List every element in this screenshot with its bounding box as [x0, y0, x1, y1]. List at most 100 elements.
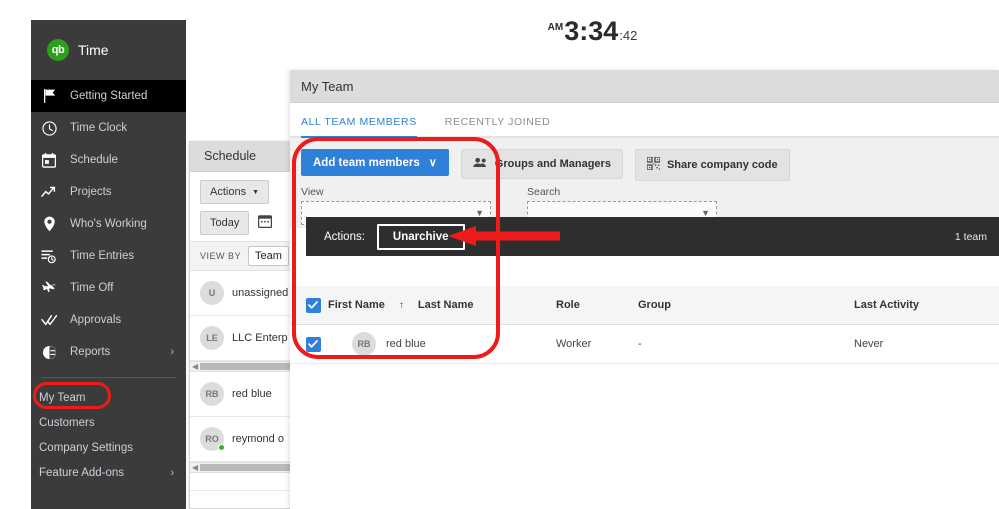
- clock-seconds: :42: [619, 27, 638, 43]
- double-check-icon: [39, 311, 59, 329]
- list-item[interactable]: RO reymond o: [190, 417, 306, 462]
- sidebar-item-label: Time Entries: [70, 250, 135, 262]
- flag-icon: [39, 87, 59, 105]
- groups-and-managers-label: Groups and Managers: [494, 158, 611, 170]
- scroll-left-arrow-icon[interactable]: ◀: [192, 362, 198, 371]
- sidebar-subitem-label: Feature Add-ons: [39, 466, 125, 479]
- tab-recently-joined[interactable]: RECENTLY JOINED: [445, 116, 550, 136]
- team-members-table: First Name ↑ Last Name Role Group Last A…: [290, 286, 999, 364]
- avatar: LE: [200, 326, 224, 350]
- sidebar-item-getting-started[interactable]: Getting Started: [31, 80, 186, 112]
- avatar: RB: [200, 382, 224, 406]
- calendar-icon[interactable]: [258, 214, 273, 233]
- sidebar-item-schedule[interactable]: Schedule: [31, 144, 186, 176]
- sidebar-item-approvals[interactable]: Approvals: [31, 304, 186, 336]
- schedule-actions-button[interactable]: Actions ▼: [200, 180, 270, 204]
- sidebar-item-reports[interactable]: Reports ›: [31, 336, 186, 368]
- list-item-partial: [190, 473, 306, 491]
- sidebar-item-time-off[interactable]: Time Off: [31, 272, 186, 304]
- app-root: AM 3:34 :42 qb Time Getting Started Time…: [0, 0, 999, 509]
- table-header-row: First Name ↑ Last Name Role Group Last A…: [290, 286, 999, 325]
- my-team-tabs: ALL TEAM MEMBERS RECENTLY JOINED: [290, 103, 999, 138]
- share-company-code-button[interactable]: Share company code: [634, 149, 790, 181]
- sidebar-brand[interactable]: qb Time: [31, 20, 186, 80]
- select-all-checkbox-cell: [290, 297, 328, 313]
- tab-all-team-members[interactable]: ALL TEAM MEMBERS: [301, 116, 417, 138]
- schedule-actions-label: Actions: [210, 186, 247, 198]
- scroll-left-arrow-icon[interactable]: ◀: [192, 463, 198, 472]
- chevron-right-icon: ›: [170, 346, 174, 358]
- column-header-first-name: First Name: [328, 299, 385, 311]
- schedule-toolbar: Actions ▼ Today: [190, 172, 306, 241]
- sidebar-item-label: Schedule: [70, 154, 118, 166]
- column-header-role[interactable]: Role: [556, 299, 638, 311]
- sidebar-item-label: Projects: [70, 186, 112, 198]
- scrollbar-thumb[interactable]: [200, 363, 304, 370]
- sidebar-item-time-entries[interactable]: Time Entries: [31, 240, 186, 272]
- list-item-label: red blue: [232, 388, 272, 400]
- qr-code-icon: [646, 156, 661, 173]
- list-item-label: reymond o: [232, 433, 284, 445]
- clock-ampm: AM: [547, 21, 564, 33]
- sidebar-item-label: Getting Started: [70, 90, 148, 102]
- row-checkbox-cell: [290, 336, 328, 352]
- clock-hours-minutes: 3:34: [564, 15, 619, 46]
- online-status-dot: [218, 444, 225, 451]
- clock-icon: [39, 119, 59, 137]
- caret-down-icon: ▼: [252, 188, 260, 196]
- sidebar-item-label: Time Clock: [70, 122, 128, 134]
- current-time: AM 3:34 :42: [548, 16, 638, 47]
- groups-and-managers-button[interactable]: Groups and Managers: [460, 149, 623, 179]
- column-header-group[interactable]: Group: [638, 299, 854, 311]
- bulk-actions-label: Actions:: [324, 230, 365, 243]
- top-clock-bar: AM 3:34 :42: [186, 0, 999, 62]
- chevron-right-icon: ›: [170, 466, 174, 479]
- row-last-activity: Never: [854, 338, 884, 350]
- location-pin-icon: [39, 215, 59, 233]
- sidebar-divider: [41, 377, 176, 378]
- scrollbar-thumb[interactable]: [200, 464, 304, 471]
- avatar: RB: [352, 332, 376, 356]
- sidebar-item-customers[interactable]: Customers: [31, 410, 186, 435]
- list-item[interactable]: U unassigned: [190, 271, 306, 316]
- airplane-icon: [39, 279, 59, 297]
- avatar: RO: [200, 427, 225, 451]
- add-team-members-label: Add team members: [313, 156, 420, 169]
- sidebar-item-label: Who's Working: [70, 218, 147, 230]
- row-checkbox[interactable]: [305, 336, 321, 352]
- pie-chart-icon: [39, 343, 59, 361]
- sidebar-item-time-clock[interactable]: Time Clock: [31, 112, 186, 144]
- avatar-initials: RO: [205, 434, 219, 444]
- quickbooks-logo-icon: qb: [47, 39, 69, 61]
- list-item[interactable]: LE LLC Enterp: [190, 316, 306, 361]
- list-item-label: LLC Enterp: [232, 332, 288, 344]
- row-group: -: [638, 338, 642, 350]
- sidebar-item-my-team[interactable]: My Team: [31, 385, 186, 410]
- sort-ascending-icon: ↑: [398, 299, 404, 311]
- schedule-view-by-value[interactable]: Team: [248, 246, 289, 266]
- sidebar-subitem-label: Customers: [39, 416, 95, 429]
- sidebar-brand-label: Time: [78, 42, 109, 58]
- table-row[interactable]: RB red blue Worker - Never: [290, 325, 999, 364]
- selected-team-count: 1 team: [954, 230, 987, 243]
- share-company-code-label: Share company code: [666, 159, 778, 171]
- sidebar-subitem-label: My Team: [39, 391, 86, 404]
- list-item[interactable]: RB red blue: [190, 372, 306, 417]
- unarchive-button[interactable]: Unarchive: [376, 223, 465, 250]
- sidebar-item-projects[interactable]: Projects: [31, 176, 186, 208]
- sidebar-item-company-settings[interactable]: Company Settings: [31, 435, 186, 460]
- view-filter-label: View: [301, 186, 324, 198]
- schedule-panel-title: Schedule: [190, 141, 306, 172]
- my-team-toolbar: Add team members ∨ Groups and Managers S…: [290, 138, 999, 186]
- sidebar-item-feature-add-ons[interactable]: Feature Add-ons ›: [31, 460, 186, 485]
- column-header-name[interactable]: First Name ↑ Last Name: [328, 299, 556, 311]
- sidebar-item-label: Reports: [70, 346, 111, 358]
- select-all-checkbox[interactable]: [305, 297, 321, 313]
- sidebar-item-whos-working[interactable]: Who's Working: [31, 208, 186, 240]
- horizontal-scrollbar[interactable]: ◀: [190, 361, 306, 372]
- column-header-last-activity[interactable]: Last Activity: [854, 299, 984, 311]
- schedule-today-button[interactable]: Today: [200, 211, 250, 235]
- add-team-members-button[interactable]: Add team members ∨: [301, 149, 449, 176]
- list-item-label: unassigned: [232, 287, 289, 299]
- horizontal-scrollbar[interactable]: ◀: [190, 462, 306, 473]
